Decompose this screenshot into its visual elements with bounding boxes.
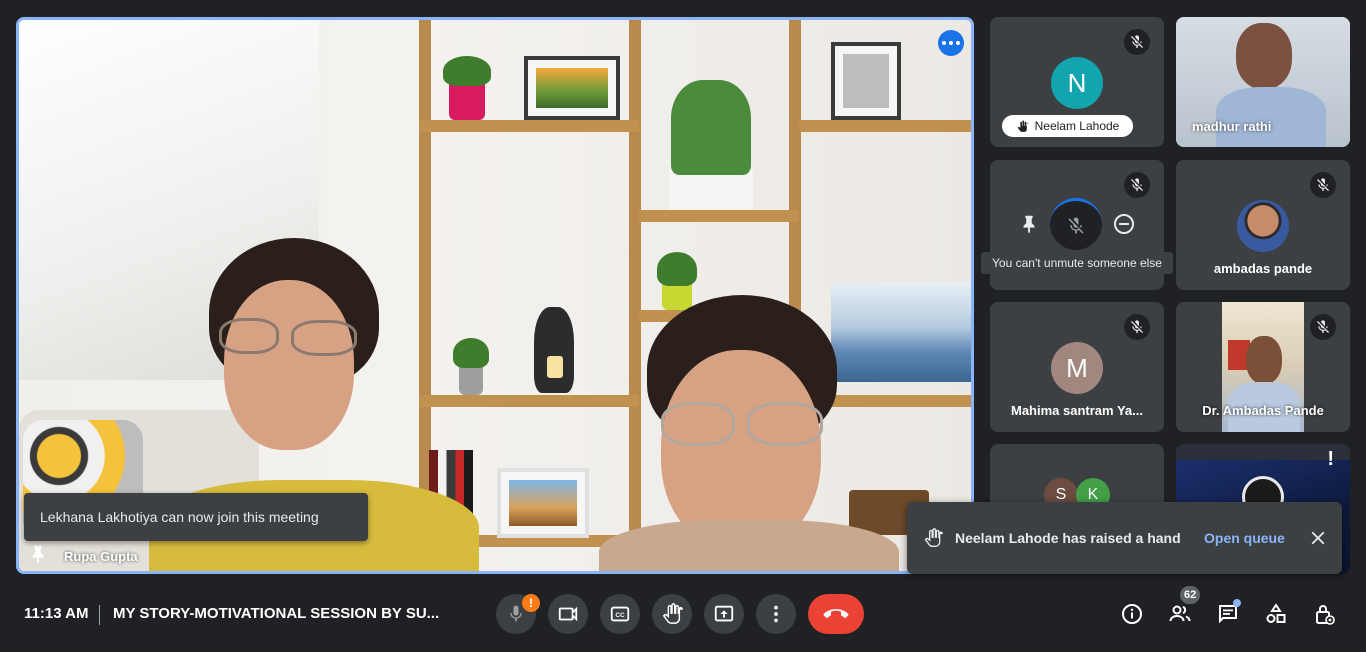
chat-unread-dot bbox=[1233, 599, 1241, 607]
meeting-clock: 11:13 AM bbox=[24, 605, 89, 622]
mic-warning-badge: ! bbox=[522, 594, 540, 612]
join-notification: Lekhana Lakhotiya can now join this meet… bbox=[24, 493, 368, 541]
present-screen-icon bbox=[714, 605, 734, 622]
alert-icon: ! bbox=[1327, 448, 1334, 470]
present-button[interactable] bbox=[704, 594, 744, 634]
close-icon[interactable] bbox=[1307, 527, 1329, 549]
raise-hand-icon bbox=[924, 528, 943, 547]
avatar-initial: M bbox=[1066, 352, 1088, 383]
hand-raised-text: Neelam Lahode has raised a hand bbox=[955, 530, 1181, 546]
main-video-tile[interactable]: Rupa Gupta bbox=[16, 17, 974, 574]
participant-count-badge: 62 bbox=[1180, 586, 1201, 604]
hand-raised-notification: Neelam Lahode has raised a hand Open que… bbox=[907, 502, 1342, 574]
control-bar: 11:13 AM MY STORY-MOTIVATIONAL SESSION B… bbox=[0, 580, 1366, 652]
leave-call-button[interactable] bbox=[808, 594, 864, 634]
video-wall-picture bbox=[831, 282, 971, 382]
participant-avatar-photo bbox=[1237, 200, 1289, 252]
main-tile-participant-name: Rupa Gupta bbox=[64, 549, 138, 564]
raise-hand-icon bbox=[662, 603, 683, 624]
participant-name: Dr. Ambadas Pande bbox=[1202, 403, 1324, 418]
participant-avatar: M bbox=[1051, 342, 1103, 394]
participant-name: madhur rathi bbox=[1192, 119, 1272, 134]
meeting-title: MY STORY-MOTIVATIONAL SESSION BY SU... bbox=[113, 605, 440, 622]
host-controls-button[interactable] bbox=[1308, 598, 1340, 630]
participant-tile-neelam[interactable]: N Neelam Lahode bbox=[990, 17, 1164, 147]
participant-avatar: N bbox=[1051, 57, 1103, 109]
meet-stage: Rupa Gupta Lekhana Lakhotiya can now joi… bbox=[0, 0, 1366, 652]
avatar-initial: N bbox=[1067, 67, 1087, 98]
participant-tile-mahima[interactable]: M Mahima santram Ya... bbox=[990, 302, 1164, 432]
raise-hand-button[interactable] bbox=[652, 594, 692, 634]
open-queue-button[interactable]: Open queue bbox=[1204, 530, 1285, 546]
tile-hover-controls bbox=[990, 198, 1164, 250]
camera-button[interactable] bbox=[548, 594, 588, 634]
videocam-icon bbox=[558, 606, 578, 622]
activities-button[interactable] bbox=[1260, 598, 1292, 630]
host-controls-icon bbox=[1316, 605, 1335, 625]
participant-tile-madhur[interactable]: madhur rathi bbox=[1176, 17, 1350, 147]
pin-icon bbox=[32, 545, 44, 564]
mic-off-icon bbox=[1068, 217, 1084, 233]
hand-raised-badge: Neelam Lahode bbox=[1002, 115, 1133, 137]
participant-name: Mahima santram Ya... bbox=[1011, 403, 1143, 418]
mic-off-icon bbox=[1310, 172, 1336, 198]
mic-off-icon bbox=[1310, 314, 1336, 340]
meeting-details-button[interactable] bbox=[1116, 598, 1148, 630]
mic-off-icon bbox=[1124, 29, 1150, 55]
info-icon bbox=[1122, 604, 1142, 624]
tile-more-options-button[interactable] bbox=[938, 30, 964, 56]
call-end-icon bbox=[823, 609, 849, 618]
svg-text:CC: CC bbox=[615, 612, 625, 619]
mic-off-icon bbox=[1124, 172, 1150, 198]
mic-off-icon bbox=[1124, 314, 1150, 340]
participant-tile-dr-ambadas[interactable]: Dr. Ambadas Pande bbox=[1176, 302, 1350, 432]
raise-hand-icon bbox=[1017, 120, 1029, 132]
remove-icon[interactable] bbox=[1112, 212, 1136, 236]
more-vert-icon bbox=[774, 605, 778, 623]
divider bbox=[99, 605, 100, 625]
activities-icon bbox=[1266, 603, 1286, 623]
join-notification-text: Lekhana Lakhotiya can now join this meet… bbox=[40, 509, 319, 525]
unmute-tooltip: You can't unmute someone else bbox=[981, 252, 1173, 274]
closed-caption-icon: CC bbox=[610, 606, 630, 622]
participant-name: ambadas pande bbox=[1213, 261, 1313, 276]
unmute-button[interactable] bbox=[1050, 198, 1102, 250]
participant-name: Neelam Lahode bbox=[1034, 119, 1120, 133]
pin-icon[interactable] bbox=[1018, 213, 1040, 235]
more-options-button[interactable] bbox=[756, 594, 796, 634]
participant-tile-ambadas[interactable]: ambadas pande bbox=[1176, 160, 1350, 290]
captions-button[interactable]: CC bbox=[600, 594, 640, 634]
people-icon bbox=[1169, 605, 1191, 622]
